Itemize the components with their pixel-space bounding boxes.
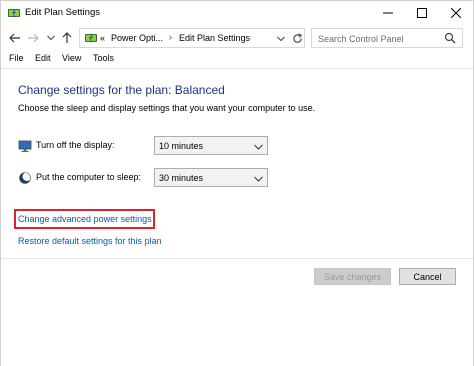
cancel-button[interactable]: Cancel <box>399 268 456 285</box>
up-arrow-icon <box>62 32 72 43</box>
back-button[interactable] <box>7 30 23 46</box>
save-changes-button[interactable]: Save changes <box>314 268 391 285</box>
navigation-bar: « Power Opti... › Edit Plan Settings <box>1 27 473 49</box>
power-options-icon <box>84 31 98 45</box>
search-box[interactable] <box>311 28 463 48</box>
refresh-button[interactable] <box>290 31 304 45</box>
maximize-button[interactable] <box>405 1 439 25</box>
close-button[interactable] <box>439 1 473 25</box>
forward-arrow-icon <box>28 33 39 43</box>
restore-defaults-link[interactable]: Restore default settings for this plan <box>18 236 162 246</box>
menu-tools[interactable]: Tools <box>93 53 114 63</box>
back-arrow-icon <box>9 33 20 43</box>
page-title: Change settings for the plan: Balanced <box>18 83 225 97</box>
dialog-footer: Save changes Cancel <box>1 258 473 366</box>
display-timeout-select[interactable]: 10 minutes <box>154 136 268 155</box>
moon-icon <box>18 171 32 185</box>
menu-edit[interactable]: Edit <box>35 53 51 63</box>
chevron-down-icon <box>277 36 285 42</box>
up-button[interactable] <box>59 30 75 46</box>
menu-bar: File Edit View Tools <box>1 51 473 67</box>
breadcrumb-edit-plan-settings[interactable]: Edit Plan Settings <box>179 33 250 43</box>
maximize-icon <box>417 8 427 18</box>
window-title: Edit Plan Settings <box>25 7 100 18</box>
forward-button[interactable] <box>25 30 41 46</box>
search-input[interactable] <box>318 32 438 45</box>
edit-plan-settings-window: Edit Plan Settings « Power Opti... › Edi… <box>0 0 474 366</box>
monitor-icon <box>18 139 32 153</box>
search-icon[interactable] <box>444 32 456 44</box>
refresh-icon <box>292 32 302 43</box>
display-timeout-label: Turn off the display: <box>36 140 115 150</box>
page-subtitle: Choose the sleep and display settings th… <box>18 103 316 113</box>
minimize-button[interactable] <box>371 1 405 25</box>
sleep-timeout-select[interactable]: 30 minutes <box>154 168 268 187</box>
recent-locations-button[interactable] <box>43 30 59 46</box>
minimize-icon <box>383 12 393 14</box>
sleep-timeout-value: 30 minutes <box>159 173 204 183</box>
title-bar[interactable]: Edit Plan Settings <box>1 1 473 25</box>
sleep-timeout-label: Put the computer to sleep: <box>36 172 142 182</box>
chevron-down-icon <box>47 35 55 41</box>
close-icon <box>451 8 461 18</box>
menu-view[interactable]: View <box>62 53 81 63</box>
chevron-down-icon <box>254 174 263 184</box>
display-timeout-setting: Turn off the display: 10 minutes <box>18 136 278 156</box>
sleep-timeout-setting: Put the computer to sleep: 30 minutes <box>18 168 278 188</box>
display-timeout-value: 10 minutes <box>159 141 204 151</box>
address-dropdown-button[interactable] <box>276 32 286 46</box>
menu-file[interactable]: File <box>9 53 24 63</box>
chevron-down-icon <box>254 142 263 152</box>
power-options-icon <box>7 6 21 20</box>
breadcrumb-power-options[interactable]: Power Opti... <box>111 33 163 43</box>
main-content: Change settings for the plan: Balanced C… <box>1 68 473 258</box>
advanced-power-settings-link[interactable]: Change advanced power settings <box>18 214 152 224</box>
address-bar[interactable]: « Power Opti... › Edit Plan Settings <box>79 28 305 48</box>
breadcrumb-overflow[interactable]: « <box>100 33 105 43</box>
breadcrumb-separator-icon[interactable]: › <box>169 32 172 42</box>
